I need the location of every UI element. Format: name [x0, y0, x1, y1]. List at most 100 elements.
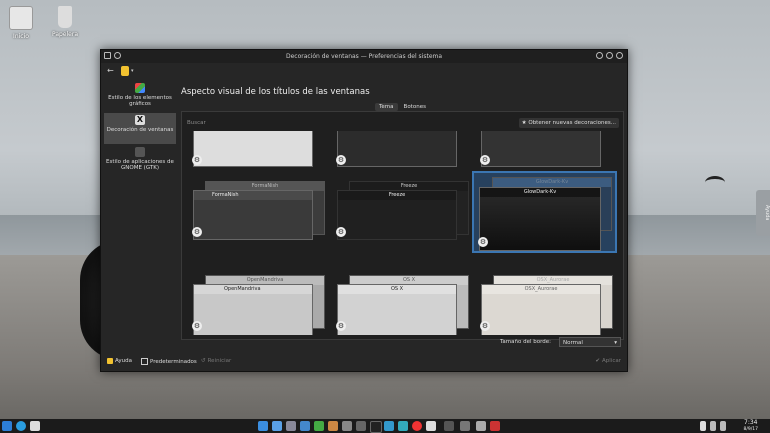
terminal-icon[interactable] — [370, 421, 382, 433]
gear-icon[interactable]: ⚙ — [478, 237, 488, 247]
gear-icon[interactable]: ⚙ — [480, 155, 490, 165]
window-decoration-task-icon[interactable] — [30, 421, 40, 431]
widget-style-icon — [135, 83, 145, 93]
chevron-down-icon[interactable]: ▾ — [131, 68, 134, 78]
theme-item[interactable]: OS X OS X ⚙ — [332, 267, 470, 335]
tab-bar: Tema Botones — [375, 103, 430, 111]
help-icon — [107, 358, 113, 364]
gear-icon[interactable]: ⚙ — [336, 321, 346, 331]
browser-icon[interactable] — [384, 421, 394, 431]
gtk-icon — [135, 147, 145, 157]
theme-preview-partial[interactable]: ⚙ — [332, 131, 470, 169]
apply-label: Aplicar — [602, 358, 621, 364]
tab-botones[interactable]: Botones — [400, 103, 430, 111]
theme-item-selected[interactable]: GlowDark-Kv GlowDark-Kv ⚙ — [472, 171, 617, 253]
defaults-button[interactable]: Predeterminados — [141, 358, 197, 365]
theme-grid: ⚙ ⚙ ⚙ FormaNish FormaNish ⚙ Freeze Freez… — [188, 131, 621, 335]
main-content: Aspecto visual de los títulos de las ven… — [181, 81, 624, 351]
window-menu-icon[interactable] — [104, 52, 111, 59]
sidebar-item-label: Decoración de ventanas — [106, 127, 174, 133]
get-new-decorations-label: Obtener nuevas decoraciones... — [528, 120, 616, 126]
settings-icon[interactable] — [272, 421, 282, 431]
app-menu-icon[interactable] — [121, 66, 129, 76]
file-manager-icon[interactable] — [258, 421, 268, 431]
window-title: Decoración de ventanas — Preferencias de… — [285, 53, 443, 60]
reset-button[interactable]: ↺ Reiniciar — [201, 358, 231, 364]
sidebar-item-label: Estilo de los elementos gráficos — [108, 95, 172, 107]
desktop-icon-home[interactable]: Inicio — [1, 6, 41, 40]
taskbar: 7:34 8/9/17 — [0, 419, 770, 433]
theme-back-title: GlowDark-Kv — [493, 178, 611, 187]
impress-icon[interactable] — [328, 421, 338, 431]
theme-item[interactable]: FormaNish FormaNish ⚙ — [188, 173, 326, 241]
theme-preview-partial[interactable]: ⚙ — [476, 131, 614, 169]
theme-name: OSX_Aurorae — [482, 285, 600, 294]
store-icon[interactable] — [398, 421, 408, 431]
player-icon[interactable] — [342, 421, 352, 431]
chevron-down-icon: ▾ — [614, 340, 617, 346]
network-icon[interactable] — [720, 421, 726, 431]
gear-icon[interactable]: ⚙ — [336, 155, 346, 165]
camera-icon[interactable] — [476, 421, 486, 431]
theme-preview-partial[interactable]: ⚙ — [188, 131, 326, 169]
theme-panel: Buscar ★ Obtener nuevas decoraciones... … — [181, 111, 624, 340]
battery-icon[interactable] — [700, 421, 706, 431]
border-size-row: Tamaño del borde: Normal ▾ — [181, 337, 621, 349]
document-icon[interactable] — [426, 421, 436, 431]
theme-name: FormaNish — [194, 191, 312, 200]
volume-icon[interactable] — [710, 421, 716, 431]
writer-icon[interactable] — [300, 421, 310, 431]
search-input[interactable]: Buscar — [187, 118, 527, 128]
apply-button[interactable]: ✔ Aplicar — [595, 358, 621, 364]
clock[interactable]: 7:34 8/9/17 — [744, 419, 758, 433]
theme-name: OpenMandriva — [194, 285, 312, 294]
gear-icon[interactable]: ⚙ — [192, 227, 202, 237]
archive-icon[interactable] — [490, 421, 500, 431]
theme-name: GlowDark-Kv — [480, 188, 600, 197]
check-icon: ✔ — [595, 358, 601, 364]
defaults-icon — [141, 358, 148, 365]
get-new-decorations-button[interactable]: ★ Obtener nuevas decoraciones... — [518, 118, 619, 128]
pin-icon[interactable] — [114, 52, 121, 59]
gear-icon[interactable]: ⚙ — [336, 227, 346, 237]
gear-icon[interactable]: ⚙ — [192, 321, 202, 331]
defaults-label: Predeterminados — [150, 358, 197, 365]
back-arrow-icon[interactable]: ← — [107, 66, 114, 76]
theme-item[interactable]: OpenMandriva OpenMandriva ⚙ — [188, 267, 326, 335]
sidebar: Estilo de los elementos gráficos X Decor… — [104, 81, 176, 351]
settings-window: Decoración de ventanas — Preferencias de… — [100, 49, 628, 372]
shield-icon[interactable] — [286, 421, 296, 431]
sidebar-item-gtk-style[interactable]: Estilo de aplicaciones de GNOME (GTK) — [104, 145, 176, 176]
side-panel-tab[interactable]: Ayuda — [756, 190, 770, 236]
clock-time: 7:34 — [744, 419, 758, 426]
close-icon[interactable] — [616, 52, 623, 59]
desktop-icon-trash[interactable]: Papelera — [45, 6, 85, 38]
star-icon: ★ — [521, 120, 527, 126]
reset-icon: ↺ — [201, 358, 206, 364]
media-icon[interactable] — [412, 421, 422, 431]
window-titlebar[interactable]: Decoración de ventanas — Preferencias de… — [101, 50, 627, 63]
theme-item[interactable]: OSX_Aurorae OSX_Aurorae ⚙ — [476, 267, 614, 335]
sidebar-item-widget-style[interactable]: Estilo de los elementos gráficos — [104, 81, 176, 112]
gear-icon[interactable]: ⚙ — [480, 321, 490, 331]
dialog-footer: Ayuda Predeterminados ↺ Reiniciar ✔ Apli… — [101, 354, 627, 370]
gear-icon[interactable]: ⚙ — [192, 155, 202, 165]
calc-icon[interactable] — [314, 421, 324, 431]
clock-date: 8/9/17 — [743, 427, 758, 432]
sidebar-item-window-decoration[interactable]: X Decoración de ventanas — [104, 113, 176, 144]
home-folder-icon — [9, 6, 33, 30]
network-app-icon[interactable] — [460, 421, 470, 431]
border-size-label: Tamaño del borde: — [499, 339, 551, 345]
minimize-icon[interactable] — [596, 52, 603, 59]
app-launcher-icon[interactable] — [2, 421, 12, 431]
tab-tema[interactable]: Tema — [375, 103, 398, 111]
mail-icon[interactable] — [356, 421, 366, 431]
page-title: Aspecto visual de los títulos de las ven… — [181, 87, 370, 97]
help-button[interactable]: Ayuda — [107, 358, 132, 364]
theme-item[interactable]: Freeze Freeze ⚙ — [332, 173, 470, 241]
search-icon[interactable] — [16, 421, 26, 431]
border-size-select[interactable]: Normal ▾ — [559, 337, 621, 347]
trash-icon — [58, 6, 72, 28]
maximize-icon[interactable] — [606, 52, 613, 59]
folder-icon[interactable] — [444, 421, 454, 431]
